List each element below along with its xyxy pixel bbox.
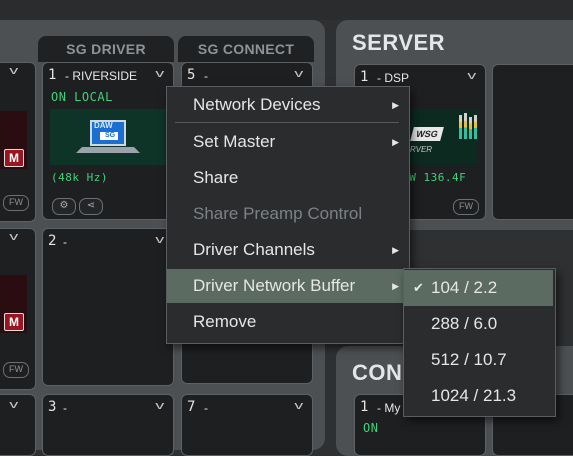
menu-item-label: Driver Channels <box>193 240 315 259</box>
menu-item-network-devices[interactable]: Network Devices ▶ <box>167 88 407 122</box>
level-meter <box>459 115 462 139</box>
chevron-down-icon[interactable]: v <box>155 234 164 246</box>
level-meter <box>469 117 472 139</box>
level-meter <box>474 115 477 139</box>
m-badge: M <box>4 149 24 167</box>
slot-device-name: - RIVERSIDE <box>65 69 138 83</box>
wsg-logo: WSG <box>410 127 444 141</box>
slot-number: 2 <box>48 233 57 249</box>
checkmark-icon: ✔ <box>413 280 424 295</box>
menu-item-share-preamp-control: Share Preamp Control <box>167 197 407 231</box>
buffer-option-label: 1024 / 21.3 <box>431 386 517 405</box>
top-strip <box>0 0 573 20</box>
status-text: ON <box>363 421 379 435</box>
left-slot-3[interactable]: v <box>0 394 36 456</box>
logo-text: DAW <box>94 121 113 130</box>
buffer-option-label: 288 / 6.0 <box>431 314 498 333</box>
menu-item-share[interactable]: Share <box>167 161 407 195</box>
menu-item-label: Driver Network Buffer <box>193 276 356 295</box>
context-menu: Network Devices ▶ Set Master ▶ Share Sha… <box>166 86 410 344</box>
slot-device-name: - <box>204 69 208 83</box>
slot-device-name: - <box>204 401 208 415</box>
slot-number: 1 <box>360 399 369 415</box>
buffer-option-1024[interactable]: 1024 / 21.3 <box>404 378 553 414</box>
sample-rate-text: (48k Hz) <box>51 171 108 184</box>
level-meter <box>464 113 467 139</box>
fw-badge: FW <box>3 195 29 211</box>
menu-item-label: Network Devices <box>193 95 321 114</box>
device-thumbnail: DAW SG <box>50 109 166 165</box>
menu-item-label: Remove <box>193 312 257 331</box>
slot-number: 7 <box>187 399 196 415</box>
submenu-arrow-icon: ▶ <box>392 100 399 110</box>
server-slot-2[interactable] <box>492 64 573 220</box>
connect-slot-7[interactable]: 7 - v <box>181 394 313 456</box>
logo-text: WSG <box>414 129 440 139</box>
gear-icon[interactable]: ⚙ <box>52 198 76 215</box>
menu-item-driver-network-buffer[interactable]: Driver Network Buffer ▶ <box>167 269 407 303</box>
m-badge: M <box>4 313 24 331</box>
menu-item-remove[interactable]: Remove <box>167 305 407 339</box>
submenu-arrow-icon: ▶ <box>392 245 399 255</box>
slot-number: 3 <box>48 399 57 415</box>
menu-item-driver-channels[interactable]: Driver Channels ▶ <box>167 233 407 267</box>
logo-subtext: RVER <box>410 145 433 154</box>
left-slot-1[interactable]: v M FW <box>0 62 36 222</box>
chevron-down-icon[interactable]: v <box>467 70 476 82</box>
driver-slot-1[interactable]: 1 - RIVERSIDE v ON LOCAL DAW SG (48k Hz)… <box>42 62 174 220</box>
submenu-arrow-icon: ▶ <box>392 281 399 291</box>
left-slot-2[interactable]: v M FW <box>0 228 36 390</box>
slot-number: 1 <box>360 69 369 85</box>
slot-device-name: - DSP <box>377 71 410 85</box>
slot-device-name: - <box>63 235 67 249</box>
buffer-submenu: ✔ 104 / 2.2 288 / 6.0 512 / 10.7 1024 / … <box>403 268 556 417</box>
chevron-down-icon[interactable]: v <box>9 231 18 243</box>
sg-connect-header: SG CONNECT <box>178 36 314 62</box>
driver-slot-3[interactable]: 3 - v <box>42 394 174 456</box>
share-icon[interactable]: ⋖ <box>79 198 103 215</box>
buffer-option-104[interactable]: ✔ 104 / 2.2 <box>404 270 553 306</box>
con-title: CON <box>352 360 403 385</box>
buffer-option-label: 512 / 10.7 <box>431 350 507 369</box>
chevron-down-icon[interactable]: v <box>9 399 18 411</box>
submenu-arrow-icon: ▶ <box>392 137 399 147</box>
buffer-option-label: 104 / 2.2 <box>431 278 498 297</box>
buffer-option-512[interactable]: 512 / 10.7 <box>404 342 553 378</box>
chevron-down-icon[interactable]: v <box>155 400 164 412</box>
server-title: SERVER <box>352 30 446 55</box>
chevron-down-icon[interactable]: v <box>9 65 18 77</box>
sg-driver-header: SG DRIVER <box>38 36 174 62</box>
status-text: ON LOCAL <box>51 90 113 104</box>
chevron-down-icon[interactable]: v <box>155 68 164 80</box>
fw-badge: FW <box>3 362 29 378</box>
chevron-down-icon[interactable]: v <box>294 400 303 412</box>
fw-badge: FW <box>453 199 479 215</box>
menu-item-label: Set Master <box>193 132 276 151</box>
buffer-option-288[interactable]: 288 / 6.0 <box>404 306 553 342</box>
menu-separator <box>175 122 399 123</box>
driver-slot-2[interactable]: 2 - v <box>42 228 174 386</box>
chevron-down-icon[interactable]: v <box>294 68 303 80</box>
menu-item-label: Share Preamp Control <box>193 204 363 223</box>
slot-number: 1 <box>48 67 57 83</box>
slot-device-name: - My <box>377 401 401 415</box>
logo-subtext: SG <box>105 132 116 139</box>
menu-item-label: Share <box>193 168 239 187</box>
slot-number: 5 <box>187 67 196 83</box>
menu-item-set-master[interactable]: Set Master ▶ <box>167 125 407 159</box>
slot-device-name: - <box>63 401 67 415</box>
